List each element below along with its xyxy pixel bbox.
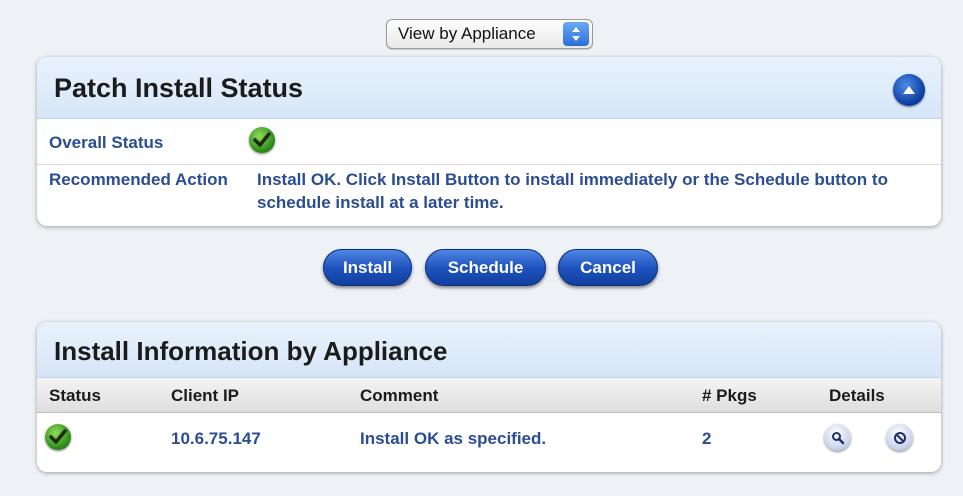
panel-header: Patch Install Status bbox=[37, 57, 941, 119]
table-cell-pkgs: 2 bbox=[702, 429, 712, 448]
recommended-action-label: Recommended Action bbox=[49, 170, 228, 189]
select-arrows-icon bbox=[563, 22, 589, 46]
schedule-button[interactable]: Schedule bbox=[425, 249, 546, 286]
panel-header: Install Information by Appliance bbox=[37, 322, 941, 378]
magnifier-icon bbox=[831, 431, 844, 444]
column-header-status: Status bbox=[49, 386, 101, 405]
panel-title: Patch Install Status bbox=[54, 73, 304, 103]
collapse-button[interactable] bbox=[893, 74, 925, 106]
chevron-up-icon bbox=[903, 86, 915, 94]
column-header-pkgs: # Pkgs bbox=[702, 386, 757, 405]
check-icon bbox=[249, 127, 275, 153]
table-header: Status Client IP Comment # Pkgs Details bbox=[37, 378, 941, 413]
no-entry-icon bbox=[893, 431, 906, 444]
details-view-button[interactable] bbox=[824, 424, 851, 451]
view-select[interactable]: View by Appliance bbox=[386, 19, 593, 49]
column-header-comment: Comment bbox=[360, 386, 439, 405]
patch-install-status-panel: Patch Install Status Overall Status Reco… bbox=[37, 57, 941, 226]
check-icon bbox=[45, 424, 71, 450]
overall-status-row: Overall Status bbox=[37, 118, 941, 165]
install-information-panel: Install Information by Appliance Status … bbox=[37, 322, 941, 472]
overall-status-label: Overall Status bbox=[49, 133, 164, 152]
column-header-details: Details bbox=[829, 386, 885, 405]
install-button[interactable]: Install bbox=[323, 249, 412, 286]
view-select-value: View by Appliance bbox=[398, 24, 536, 43]
table-cell-comment: Install OK as specified. bbox=[360, 429, 547, 448]
table-row-status bbox=[45, 424, 71, 450]
table-cell-client-ip: 10.6.75.147 bbox=[171, 429, 261, 448]
column-header-client-ip: Client IP bbox=[171, 386, 240, 405]
recommended-action-text: Install OK. Click Install Button to inst… bbox=[257, 170, 888, 212]
cancel-button[interactable]: Cancel bbox=[558, 249, 658, 286]
panel-title: Install Information by Appliance bbox=[54, 336, 448, 366]
details-cancel-button[interactable] bbox=[886, 424, 913, 451]
